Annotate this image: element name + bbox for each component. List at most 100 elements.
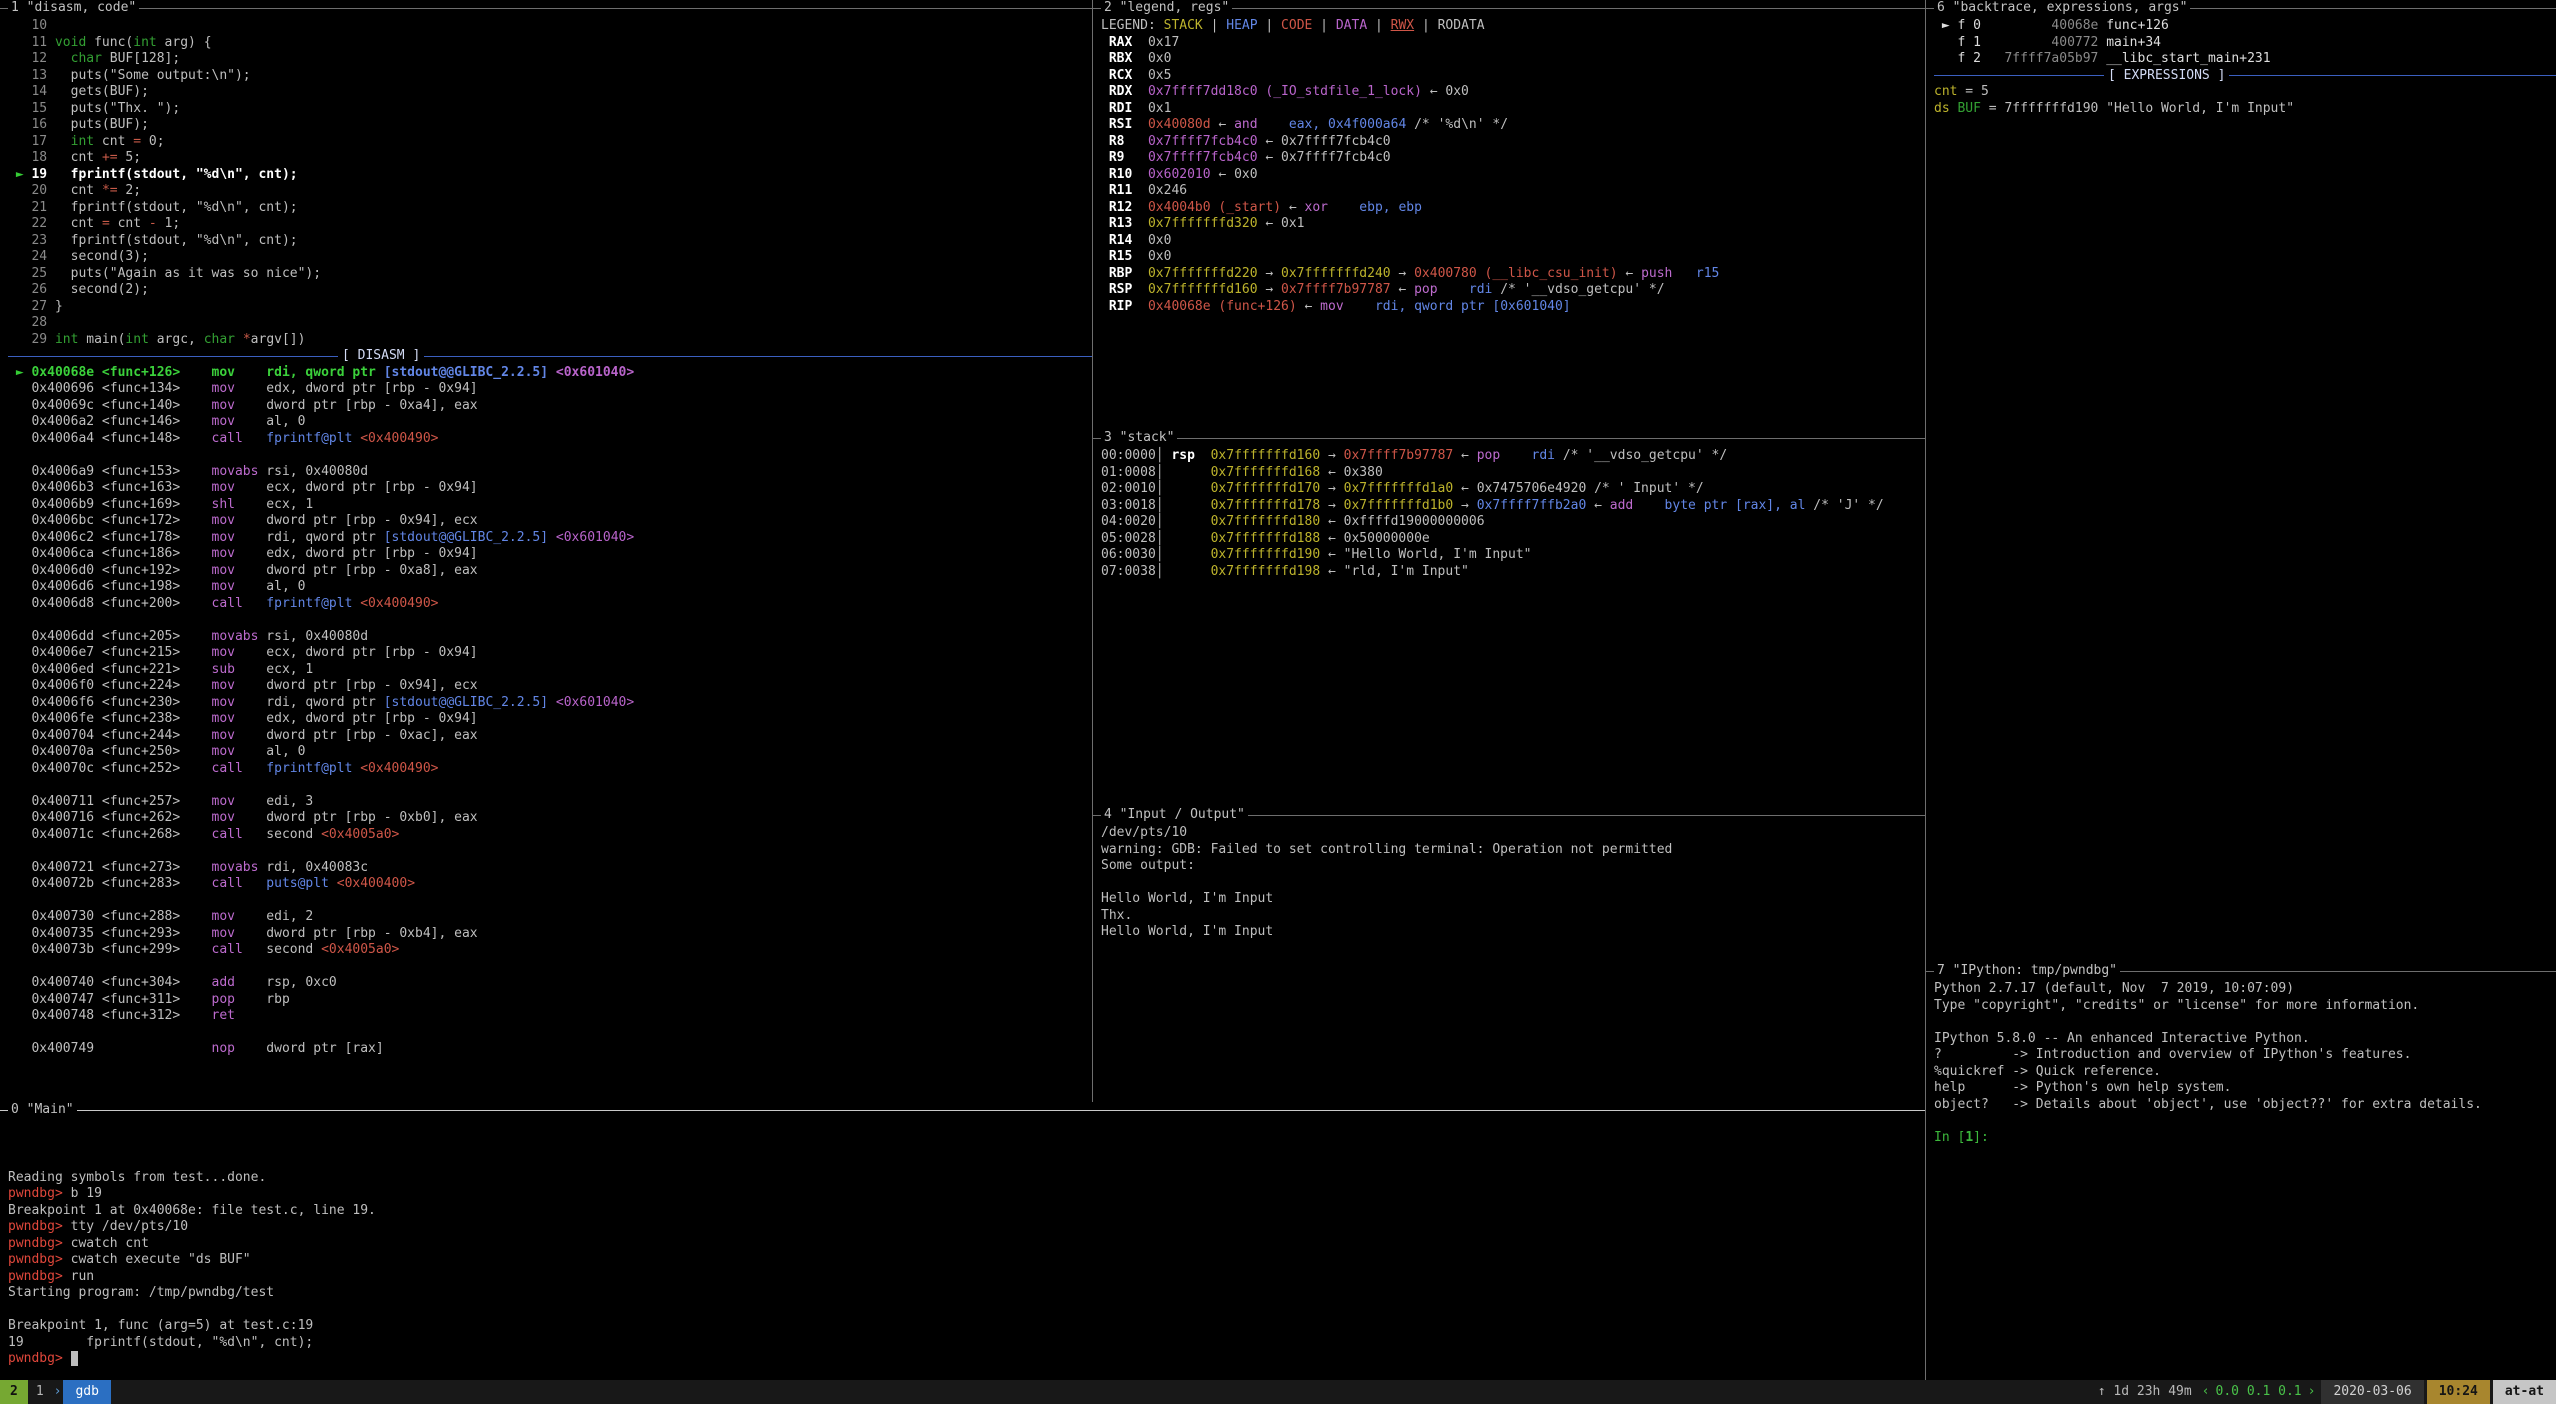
text-segment: | bbox=[1367, 18, 1390, 33]
statusbar-session[interactable]: 2 bbox=[0, 1380, 28, 1404]
text-segment: mov bbox=[212, 480, 267, 495]
text-segment: 04:0020│ bbox=[1101, 514, 1211, 529]
text-segment: 29 bbox=[8, 332, 55, 347]
terminal-line: 25 puts("Again as it was so nice"); bbox=[8, 266, 1092, 283]
text-segment: 07:0038│ bbox=[1101, 564, 1211, 579]
terminal-line: 0x4006a4 <func+148> call fprintf@plt <0x… bbox=[8, 431, 1092, 448]
terminal-line: LEGEND: STACK | HEAP | CODE | DATA | RWX… bbox=[1101, 18, 1925, 35]
text-segment: add bbox=[212, 975, 267, 990]
pane-title-label: 7 "IPython: tmp/pwndbg" bbox=[1934, 963, 2120, 980]
text-segment: main( bbox=[78, 332, 125, 347]
text-segment: 0x4006fe <func+238> bbox=[8, 711, 212, 726]
terminal-line: 04:0020│ 0x7fffffffd180 ← 0xffffd1900000… bbox=[1101, 514, 1925, 531]
terminal-line: 10 bbox=[8, 18, 1092, 35]
text-segment: ← "Hello World, I'm Input" bbox=[1320, 547, 1531, 562]
terminal-line: Some output: bbox=[1101, 858, 1925, 875]
terminal-line: 0x40072b <func+283> call puts@plt <0x400… bbox=[8, 876, 1092, 893]
text-segment: argc, bbox=[149, 332, 204, 347]
text-segment: ecx, 1 bbox=[266, 497, 313, 512]
text-segment: /* '%d\n' */ bbox=[1406, 117, 1508, 132]
text-segment: mov bbox=[212, 381, 267, 396]
terminal-line: 0x40070c <func+252> call fprintf@plt <0x… bbox=[8, 761, 1092, 778]
pane-border-line[interactable] bbox=[1093, 438, 1101, 439]
pane-border-line[interactable] bbox=[0, 8, 8, 9]
pane-border-line[interactable] bbox=[1093, 815, 1101, 816]
text-segment: 0x40072b <func+283> bbox=[8, 876, 212, 891]
text-segment: cnt bbox=[71, 216, 102, 231]
pane-border-line[interactable] bbox=[0, 1110, 8, 1111]
text-segment: int bbox=[125, 332, 148, 347]
text-segment: byte ptr [rax], al bbox=[1633, 498, 1805, 513]
text-segment: ← 0x7475706e4920 /* ' Input' */ bbox=[1453, 481, 1703, 496]
text-segment: rdi bbox=[1500, 448, 1555, 463]
terminal-line: ► 0x40068e <func+126> mov rdi, qword ptr… bbox=[8, 365, 1092, 382]
pane-border-line[interactable] bbox=[1926, 8, 1934, 9]
text-segment: call bbox=[212, 942, 267, 957]
text-segment: mov bbox=[212, 711, 267, 726]
text-segment: Hello World, I'm Input bbox=[1101, 891, 1273, 906]
text-segment: movabs bbox=[212, 860, 267, 875]
statusbar-active[interactable]: gdb bbox=[63, 1380, 110, 1404]
text-segment: 0x4006bc <func+172> bbox=[8, 513, 212, 528]
terminal-line: R10 0x602010 ← 0x0 bbox=[1101, 167, 1925, 184]
text-segment: 15 bbox=[8, 101, 71, 116]
registers-listing: RAX 0x17 RBX 0x0 RCX 0x5 RDX 0x7ffff7dd1… bbox=[1101, 35, 1925, 316]
text-segment: pwndbg> bbox=[8, 1351, 71, 1366]
pane-border-line[interactable] bbox=[1093, 8, 1101, 9]
text-segment: and bbox=[1234, 117, 1257, 132]
statusbar-loadmark: › bbox=[2306, 1380, 2318, 1404]
text-segment: int bbox=[133, 35, 156, 50]
pane-border-line[interactable] bbox=[77, 1110, 1925, 1111]
pane-border-line[interactable] bbox=[1926, 971, 1934, 972]
text-segment: fprintf(stdout, "%d\n", cnt); bbox=[71, 200, 298, 215]
text-segment: mov bbox=[212, 546, 267, 561]
text-segment: 28 bbox=[8, 315, 47, 330]
text-segment: Python 2.7.17 (default, Nov 7 2019, 10:0… bbox=[1934, 981, 2294, 996]
text-segment: <0x601040> bbox=[548, 365, 634, 380]
ipython-banner[interactable]: Python 2.7.17 (default, Nov 7 2019, 10:0… bbox=[1934, 981, 2556, 1146]
text-segment: ← bbox=[1453, 448, 1476, 463]
terminal-line: Starting program: /tmp/pwndbg/test bbox=[8, 1285, 1925, 1302]
terminal-line: pwndbg> tty /dev/pts/10 bbox=[8, 1219, 1925, 1236]
pane-border-line[interactable] bbox=[1232, 8, 1925, 9]
pane-title-legend-regs: 2 "legend, regs" bbox=[1093, 0, 1925, 17]
terminal-line: RBP 0x7fffffffd220 → 0x7fffffffd240 → 0x… bbox=[1101, 266, 1925, 283]
gdb-console-output[interactable]: Reading symbols from test...done.pwndbg>… bbox=[8, 1120, 1925, 1368]
terminal-line: RAX 0x17 bbox=[1101, 35, 1925, 52]
pane-border-line[interactable] bbox=[1177, 438, 1925, 439]
pane-border-line[interactable] bbox=[2120, 971, 2556, 972]
program-io-output: /dev/pts/10warning: GDB: Failed to set c… bbox=[1101, 825, 1925, 941]
pane-border-line[interactable] bbox=[139, 8, 1092, 9]
statusbar-win[interactable]: 1 bbox=[28, 1380, 52, 1404]
text-segment: 0x40070a <func+250> bbox=[8, 744, 212, 759]
terminal-line bbox=[8, 777, 1092, 794]
pane-border-line[interactable] bbox=[2190, 8, 2556, 9]
text-segment: 0x7fffffffd1b0 bbox=[1344, 498, 1454, 513]
text-segment: movabs bbox=[212, 464, 267, 479]
pane-title-stack: 3 "stack" bbox=[1093, 430, 1925, 447]
text-segment: dword ptr [rbp - 0x94], ecx bbox=[266, 678, 477, 693]
terminal-line bbox=[8, 447, 1092, 464]
text-segment: rsi, 0x40080d bbox=[266, 629, 368, 644]
text-segment: 0x40069c <func+140> bbox=[8, 398, 212, 413]
terminal-line: 0x4006dd <func+205> movabs rsi, 0x40080d bbox=[8, 629, 1092, 646]
text-segment: 0x400749 bbox=[8, 1041, 212, 1056]
text-segment: warning: GDB: Failed to set controlling … bbox=[1101, 842, 1672, 857]
pane-border-vertical-left[interactable] bbox=[1092, 0, 1093, 1102]
terminal-line: 0x4006b9 <func+169> shl ecx, 1 bbox=[8, 497, 1092, 514]
text-segment: 0x1 bbox=[1148, 101, 1171, 116]
text-segment: cnt bbox=[71, 150, 102, 165]
text-segment: R15 bbox=[1101, 249, 1148, 264]
text-segment: 0x4006f0 <func+224> bbox=[8, 678, 212, 693]
pane-border-vertical-right[interactable] bbox=[1925, 0, 1926, 1380]
text-segment: ← 0x0 bbox=[1422, 84, 1469, 99]
pane-border-line[interactable] bbox=[1248, 815, 1925, 816]
text-segment: second bbox=[266, 942, 321, 957]
text-segment: → bbox=[1320, 498, 1343, 513]
text-segment: ► f 0 bbox=[1934, 18, 1989, 33]
text-segment: mov bbox=[212, 744, 267, 759]
text-segment: mov bbox=[212, 695, 267, 710]
terminal-line: pwndbg> b 19 bbox=[8, 1186, 1925, 1203]
text-segment: f 1 bbox=[1934, 35, 1989, 50]
text-segment: In [ bbox=[1934, 1130, 1965, 1145]
